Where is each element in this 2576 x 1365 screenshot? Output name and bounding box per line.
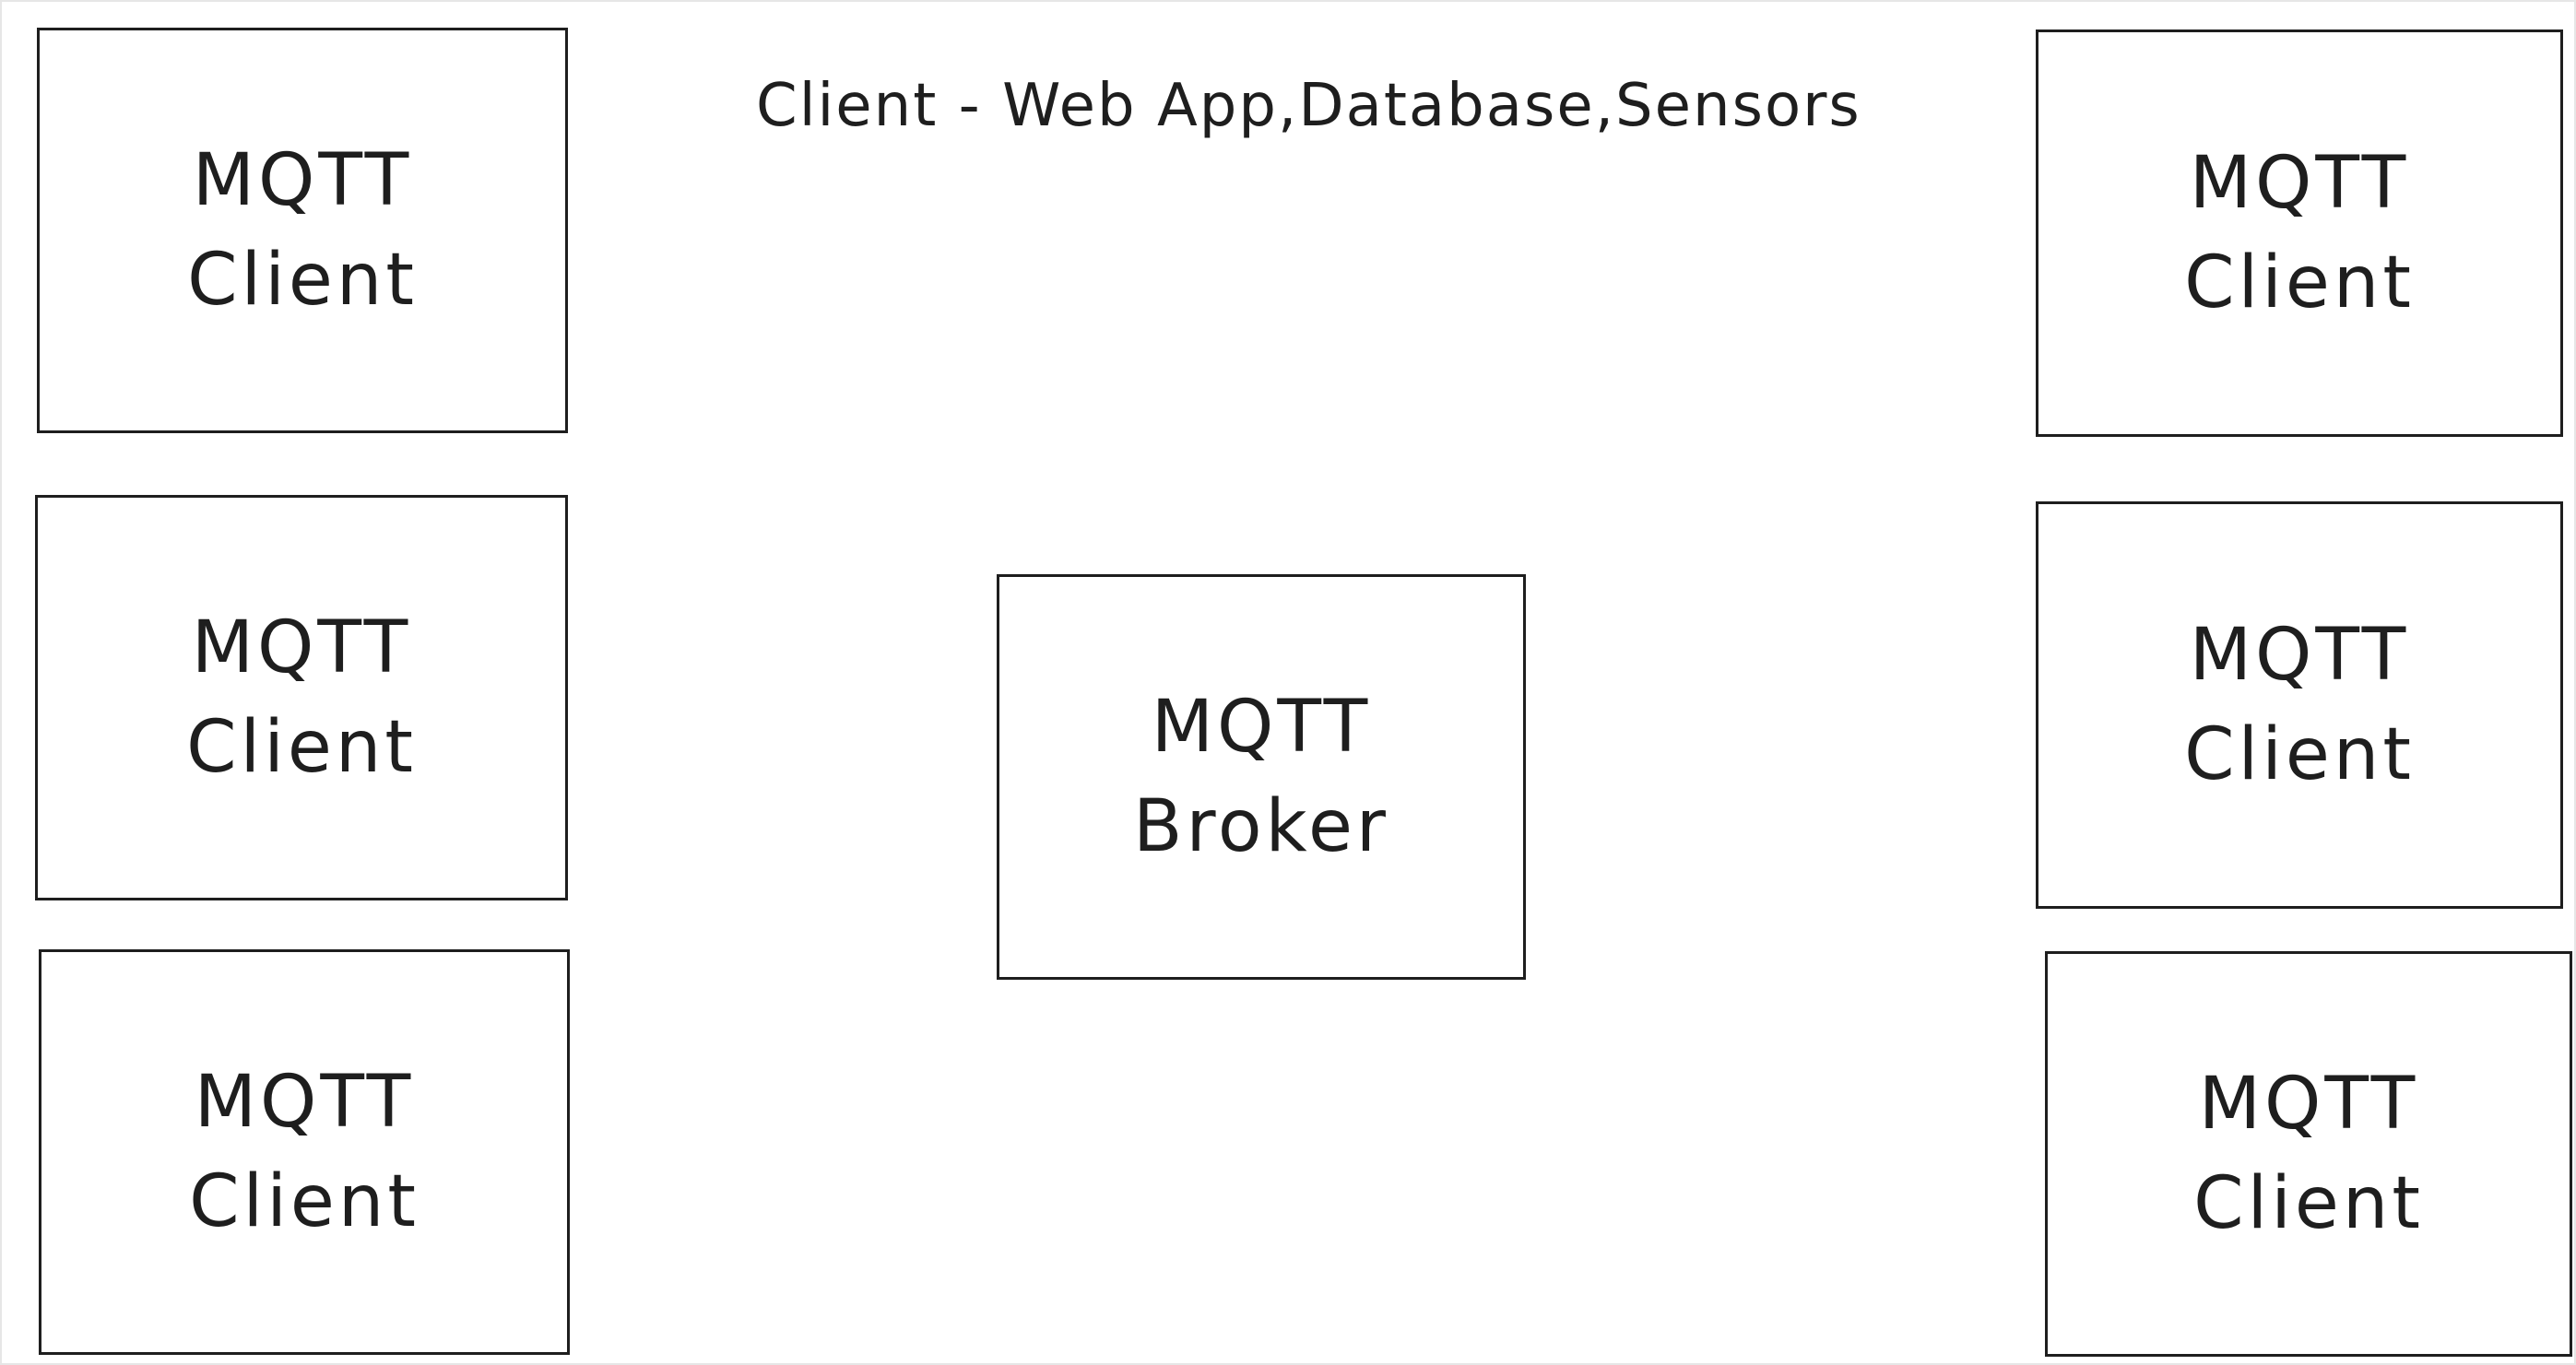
client-label-line1: MQTT (2189, 142, 2410, 225)
mqtt-client-box-left-middle[interactable]: MQTT Client (35, 495, 568, 900)
client-label-line2: Client (2184, 241, 2415, 324)
broker-label-line2: Broker (1132, 785, 1390, 868)
client-label-line1: MQTT (2198, 1063, 2419, 1146)
client-label-line1: MQTT (191, 606, 412, 689)
diagram-title: Client - Web App,Database,Sensors (756, 72, 1861, 140)
diagram-canvas: Client - Web App,Database,Sensors MQTT C… (0, 0, 2576, 1365)
client-label-line1: MQTT (194, 1061, 415, 1144)
client-label-line2: Client (2184, 713, 2415, 796)
mqtt-client-box-left-top[interactable]: MQTT Client (37, 28, 568, 433)
client-label-line1: MQTT (2189, 614, 2410, 697)
mqtt-broker-box[interactable]: MQTT Broker (997, 574, 1526, 980)
mqtt-client-box-left-bottom[interactable]: MQTT Client (39, 949, 570, 1355)
client-label-line1: MQTT (192, 139, 413, 222)
mqtt-client-box-right-middle[interactable]: MQTT Client (2036, 501, 2563, 909)
mqtt-client-box-right-top[interactable]: MQTT Client (2036, 29, 2563, 437)
client-label-line2: Client (2193, 1162, 2424, 1245)
client-label-line2: Client (186, 706, 417, 789)
client-label-line2: Client (187, 239, 418, 322)
client-label-line2: Client (189, 1160, 419, 1243)
mqtt-client-box-right-bottom[interactable]: MQTT Client (2045, 951, 2572, 1357)
broker-label-line1: MQTT (1151, 686, 1372, 769)
